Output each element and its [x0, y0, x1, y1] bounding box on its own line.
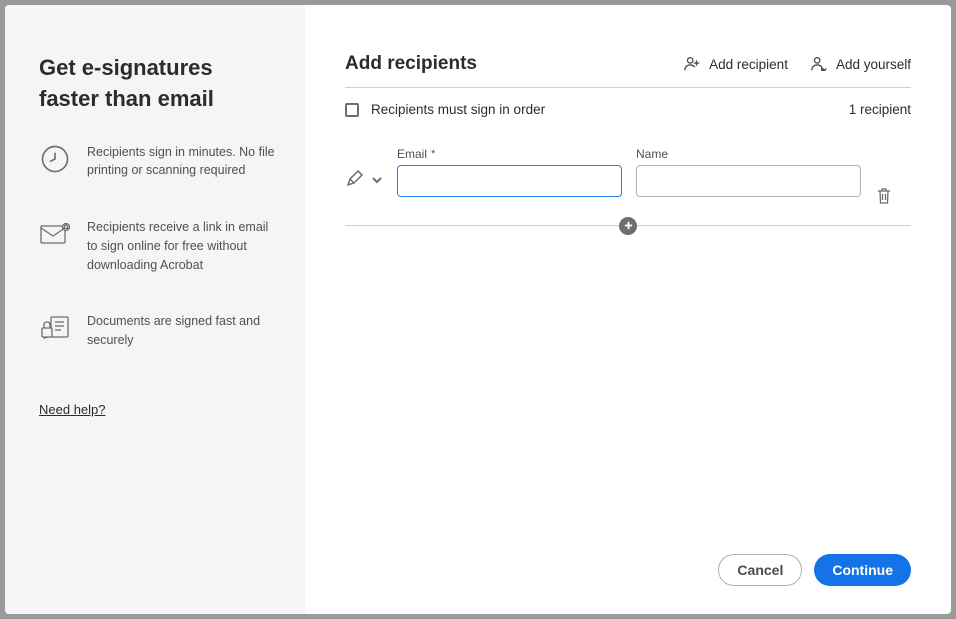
feature-text: Recipients sign in minutes. No file prin… [87, 143, 277, 181]
page-title: Add recipients [345, 53, 477, 75]
add-yourself-label: Add yourself [836, 57, 911, 72]
email-input[interactable] [397, 165, 622, 197]
add-divider [345, 225, 911, 226]
name-input[interactable] [636, 165, 861, 197]
feature-text: Documents are signed fast and securely [87, 312, 277, 350]
header: Add recipients Add recipient [345, 53, 911, 88]
role-selector[interactable] [345, 169, 383, 197]
clock-icon [39, 143, 71, 175]
header-actions: Add recipient Add yourself [683, 55, 911, 73]
main-panel: Add recipients Add recipient [305, 5, 951, 614]
feature-item: Recipients receive a link in email to si… [39, 218, 277, 274]
footer: Cancel Continue [345, 554, 911, 586]
user-plus-icon [683, 55, 701, 73]
esign-dialog: Get e-signatures faster than email Recip… [5, 5, 951, 614]
pen-icon [345, 169, 365, 189]
name-field-group: Name [636, 147, 861, 197]
feature-text: Recipients receive a link in email to si… [87, 218, 277, 274]
email-field-group: Email * [397, 147, 622, 197]
feature-item: Documents are signed fast and securely [39, 312, 277, 350]
mail-notify-icon [39, 218, 71, 250]
recipient-count: 1 recipient [849, 102, 911, 117]
need-help-link[interactable]: Need help? [39, 402, 277, 417]
sign-order-label: Recipients must sign in order [371, 102, 545, 117]
name-label: Name [636, 147, 861, 161]
add-recipient-label: Add recipient [709, 57, 788, 72]
required-indicator: * [431, 148, 435, 160]
lock-doc-icon [39, 312, 71, 344]
sidebar-title: Get e-signatures faster than email [39, 53, 277, 115]
email-label: Email * [397, 147, 622, 161]
subheader: Recipients must sign in order 1 recipien… [345, 88, 911, 129]
cancel-button[interactable]: Cancel [718, 554, 802, 586]
add-recipient-button[interactable]: Add recipient [683, 55, 788, 73]
delete-recipient-button[interactable] [875, 187, 893, 205]
continue-button[interactable]: Continue [814, 554, 911, 586]
add-row-button[interactable] [619, 217, 637, 235]
sidebar: Get e-signatures faster than email Recip… [5, 5, 305, 614]
feature-item: Recipients sign in minutes. No file prin… [39, 143, 277, 181]
sign-order-row: Recipients must sign in order [345, 102, 545, 117]
recipient-row: Email * Name [345, 129, 911, 221]
sign-order-checkbox[interactable] [345, 103, 359, 117]
chevron-down-icon [371, 173, 383, 185]
user-self-icon [810, 55, 828, 73]
add-yourself-button[interactable]: Add yourself [810, 55, 911, 73]
